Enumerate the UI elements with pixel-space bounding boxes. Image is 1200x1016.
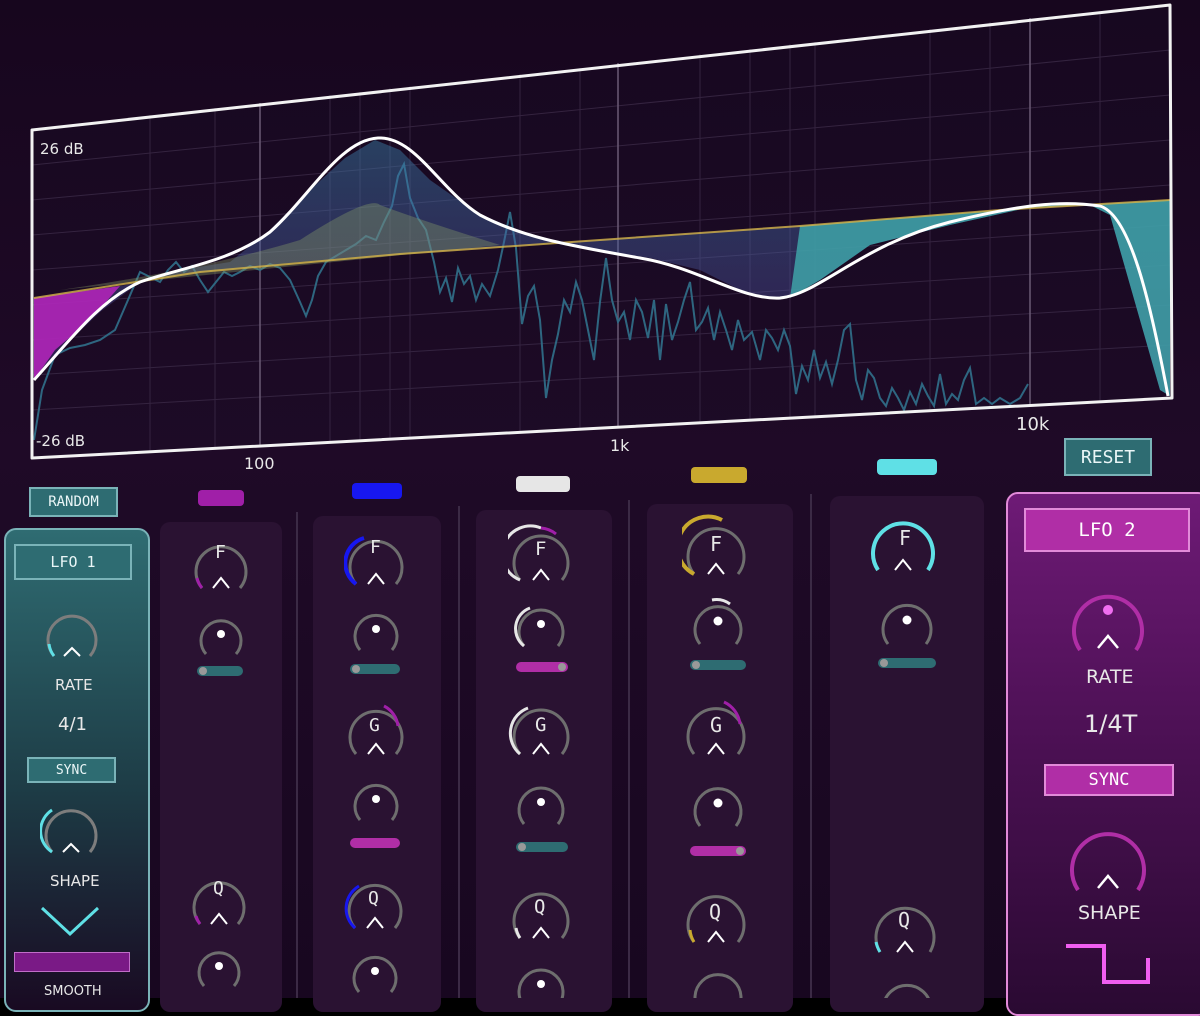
band-5-color-chip[interactable] bbox=[877, 459, 937, 475]
lfo1-shape-label: SHAPE bbox=[50, 872, 100, 890]
band-2-slider-a[interactable] bbox=[350, 664, 400, 674]
band-3-color-chip[interactable] bbox=[516, 476, 570, 492]
lfo1-title-button[interactable]: LFO 1 bbox=[14, 544, 132, 580]
band-5-q-letter: Q bbox=[898, 908, 911, 932]
band-1-color-chip[interactable] bbox=[198, 490, 244, 506]
band-4-slider-a[interactable] bbox=[690, 660, 746, 670]
band-5-slider-a[interactable] bbox=[878, 658, 936, 668]
band-2-q-letter: Q bbox=[368, 888, 379, 909]
band-2-color-chip[interactable] bbox=[352, 483, 402, 499]
eq-spectrum-display[interactable] bbox=[0, 0, 1200, 470]
band-4-color-chip[interactable] bbox=[691, 467, 747, 483]
lfo2-rate-knob[interactable] bbox=[1066, 578, 1150, 662]
lfo1-shape-knob[interactable] bbox=[40, 798, 102, 860]
lfo1-smooth-slider[interactable] bbox=[14, 952, 130, 972]
band-1-pan-knob[interactable] bbox=[196, 610, 246, 660]
lfo2-rate-value: 1/4T bbox=[1084, 710, 1138, 738]
band-2-pan-knob[interactable] bbox=[350, 604, 402, 656]
lfo2-title-button[interactable]: LFO 2 bbox=[1024, 508, 1190, 552]
band-5-qpan-knob[interactable] bbox=[878, 972, 936, 998]
lfo1-rate-value: 4/1 bbox=[58, 714, 87, 735]
band-divider bbox=[810, 494, 812, 998]
band-2-freq-letter: F bbox=[370, 537, 381, 558]
band-3-q-letter: Q bbox=[534, 896, 546, 918]
band-3-gain-letter: G bbox=[535, 714, 547, 736]
reset-button[interactable]: RESET bbox=[1064, 438, 1152, 476]
band-1-slider-a[interactable] bbox=[197, 666, 243, 676]
freq-label-1k: 1k bbox=[610, 436, 630, 455]
band-5-pan-knob[interactable] bbox=[878, 592, 936, 650]
band-4-freq-letter: F bbox=[710, 532, 723, 556]
band-3-slider-a[interactable] bbox=[516, 662, 568, 672]
band-4-pan-knob[interactable] bbox=[690, 594, 746, 650]
band-1-qpan-knob[interactable] bbox=[194, 942, 244, 992]
band-5-freq-letter: F bbox=[899, 526, 912, 550]
band-1-freq-letter: F bbox=[215, 542, 226, 563]
band-2-slider-b[interactable] bbox=[350, 838, 400, 848]
lfo1-sync-button[interactable]: SYNC bbox=[27, 757, 116, 783]
band-3-pan-knob[interactable] bbox=[514, 598, 568, 652]
freq-label-100: 100 bbox=[244, 454, 275, 473]
band-3-freq-letter: F bbox=[535, 538, 547, 560]
band-divider bbox=[458, 506, 460, 998]
band-2-gpan-knob[interactable] bbox=[350, 774, 402, 826]
square-wave-icon bbox=[1066, 944, 1150, 984]
lfo2-rate-label: RATE bbox=[1086, 666, 1134, 688]
band-4-gain-letter: G bbox=[710, 713, 723, 737]
band-4-slider-b[interactable] bbox=[690, 846, 746, 856]
lfo1-rate-knob[interactable] bbox=[42, 604, 102, 664]
lfo2-shape-label: SHAPE bbox=[1078, 902, 1141, 924]
db-bottom-label: -26 dB bbox=[36, 432, 86, 450]
band-divider bbox=[628, 500, 630, 998]
plugin-window: 26 dB -26 dB 100 1k 10k RESET RANDOM LFO… bbox=[0, 0, 1200, 1016]
lfo1-smooth-label: SMOOTH bbox=[44, 984, 102, 999]
band-4-q-letter: Q bbox=[709, 900, 722, 924]
lfo2-shape-knob[interactable] bbox=[1064, 814, 1152, 902]
band-3-qpan-knob[interactable] bbox=[514, 958, 568, 998]
lfo1-rate-label: RATE bbox=[55, 676, 93, 694]
triangle-wave-icon bbox=[40, 906, 100, 937]
random-button[interactable]: RANDOM bbox=[29, 487, 118, 517]
band-divider bbox=[296, 512, 298, 998]
lfo2-sync-button[interactable]: SYNC bbox=[1044, 764, 1174, 796]
band-1-q-letter: Q bbox=[213, 878, 224, 899]
band-2-gain-letter: G bbox=[369, 715, 380, 736]
freq-label-10k: 10k bbox=[1016, 414, 1050, 435]
band-4-gpan-knob[interactable] bbox=[690, 776, 746, 832]
band-3-gpan-knob[interactable] bbox=[514, 776, 568, 830]
db-top-label: 26 dB bbox=[40, 140, 84, 158]
band-4-qpan-knob[interactable] bbox=[690, 962, 746, 998]
band-3-slider-b[interactable] bbox=[516, 842, 568, 852]
band-2-qpan-knob[interactable] bbox=[349, 946, 401, 998]
